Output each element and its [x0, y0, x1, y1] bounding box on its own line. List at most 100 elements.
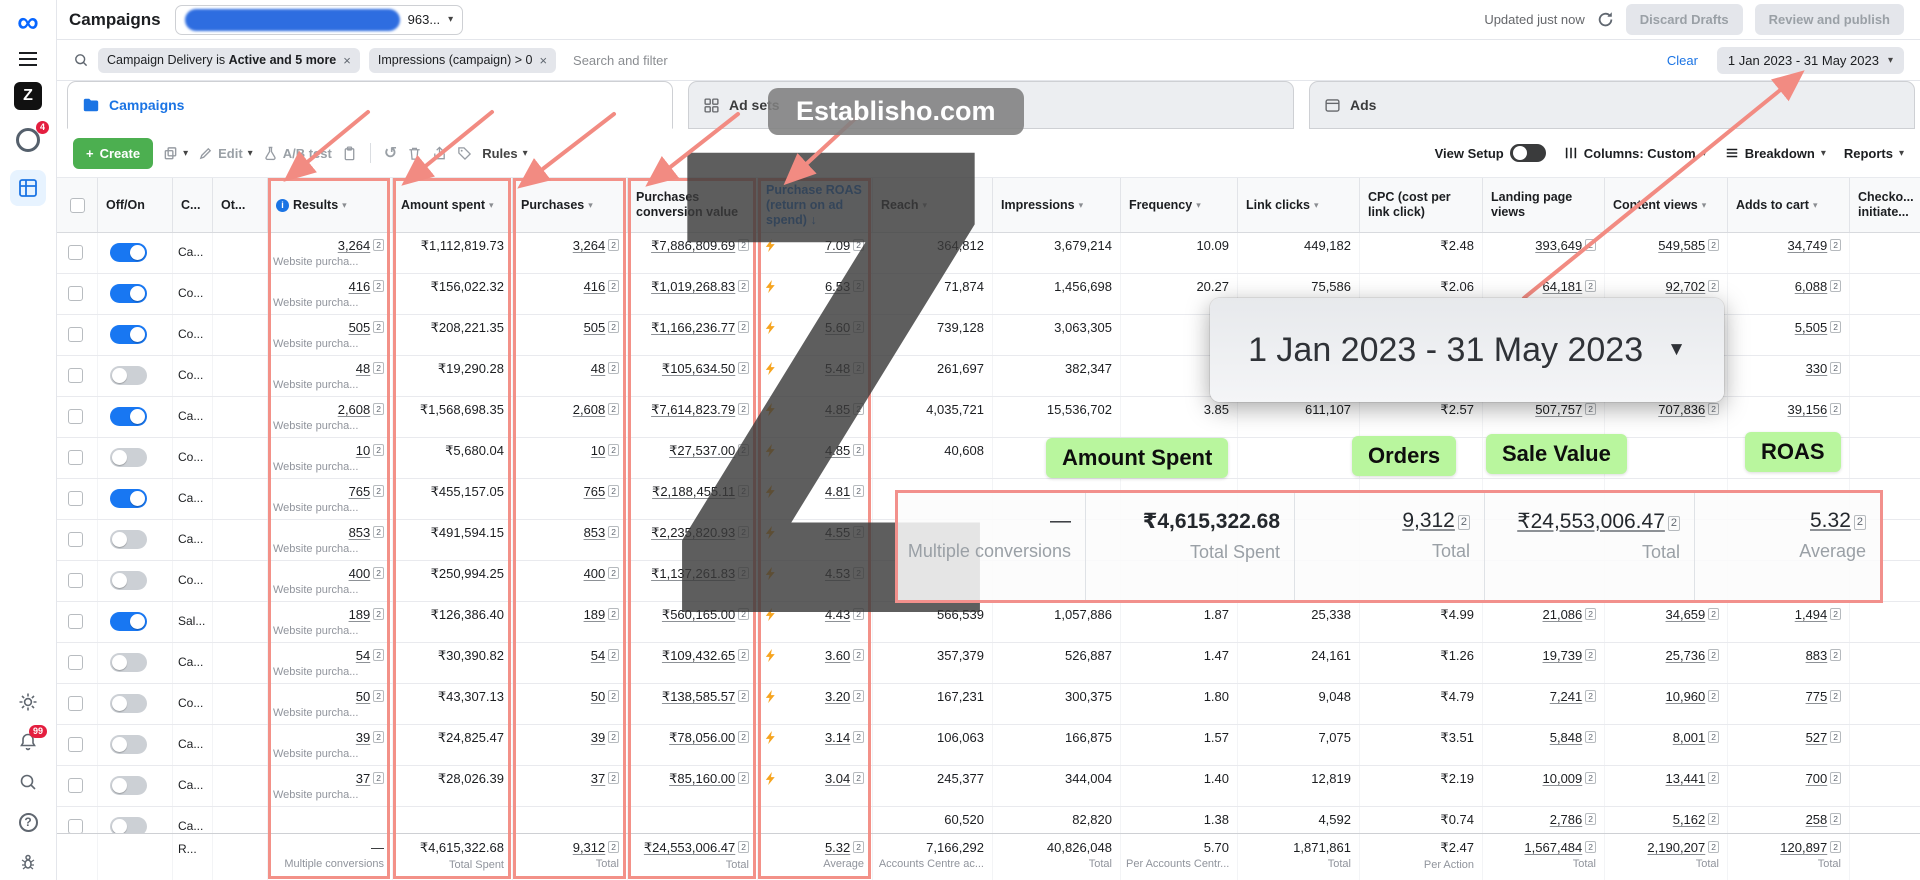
- row-checkbox[interactable]: [57, 233, 97, 273]
- campaign-toggle[interactable]: [110, 243, 147, 262]
- campaign-toggle[interactable]: [110, 530, 147, 549]
- filter-chip-impressions[interactable]: Impressions (campaign) > 0 ×: [369, 48, 556, 73]
- z-app-icon[interactable]: Z: [14, 82, 42, 110]
- campaign-toggle[interactable]: [110, 448, 147, 467]
- col-reach[interactable]: Reach▾: [872, 178, 992, 232]
- campaign-toggle[interactable]: [110, 694, 147, 713]
- row-checkbox[interactable]: [57, 438, 97, 478]
- campaign-name[interactable]: Ca...: [172, 643, 212, 683]
- select-all-checkbox[interactable]: [57, 178, 97, 232]
- view-setup-toggle[interactable]: View Setup: [1435, 144, 1546, 162]
- campaign-toggle[interactable]: [110, 366, 147, 385]
- filter-chip-delivery[interactable]: Campaign Delivery is Active and 5 more ×: [98, 48, 360, 73]
- campaign-toggle[interactable]: [110, 735, 147, 754]
- breakdown-button[interactable]: Breakdown ▾: [1725, 146, 1826, 161]
- account-selector[interactable]: 963... ▾: [175, 5, 464, 35]
- campaign-name[interactable]: Co...: [172, 561, 212, 601]
- campaign-name[interactable]: Co...: [172, 684, 212, 724]
- row-checkbox[interactable]: [57, 684, 97, 724]
- col-link-clicks[interactable]: Link clicks▾: [1237, 178, 1359, 232]
- campaign-name[interactable]: Co...: [172, 356, 212, 396]
- notifications-button[interactable]: 99: [16, 730, 40, 754]
- tag-button[interactable]: [457, 146, 472, 161]
- col-purchases-conversion-value[interactable]: Purchases conversion value: [627, 178, 757, 232]
- col-impressions[interactable]: Impressions▾: [992, 178, 1120, 232]
- row-checkbox[interactable]: [57, 315, 97, 355]
- close-icon[interactable]: ×: [343, 53, 351, 68]
- campaign-name[interactable]: Ca...: [172, 807, 212, 833]
- refresh-icon[interactable]: [1597, 11, 1614, 28]
- row-checkbox[interactable]: [57, 643, 97, 683]
- discard-drafts-button[interactable]: Discard Drafts: [1626, 4, 1743, 35]
- meta-logo-icon[interactable]: ∞: [17, 10, 38, 36]
- delete-button[interactable]: [407, 146, 422, 161]
- menu-icon[interactable]: [19, 52, 37, 66]
- pin-button[interactable]: [342, 146, 357, 161]
- tab-ad-sets[interactable]: Ad sets: [688, 81, 1294, 129]
- profile-app-icon[interactable]: 4: [14, 126, 42, 154]
- row-checkbox[interactable]: [57, 561, 97, 601]
- row-checkbox[interactable]: [57, 479, 97, 519]
- campaign-name[interactable]: Ca...: [172, 725, 212, 765]
- settings-button[interactable]: [16, 690, 40, 714]
- date-range-selector[interactable]: 1 Jan 2023 - 31 May 2023 ▾: [1717, 47, 1904, 74]
- campaign-name[interactable]: Co...: [172, 438, 212, 478]
- review-publish-button[interactable]: Review and publish: [1755, 4, 1904, 35]
- row-checkbox[interactable]: [57, 356, 97, 396]
- row-checkbox[interactable]: [57, 725, 97, 765]
- campaign-name[interactable]: Ca...: [172, 397, 212, 437]
- ads-manager-nav-icon[interactable]: [10, 170, 46, 206]
- campaign-name[interactable]: Ca...: [172, 766, 212, 806]
- create-button[interactable]: + Create: [73, 138, 153, 169]
- campaign-name[interactable]: Ca...: [172, 520, 212, 560]
- tab-campaigns[interactable]: Campaigns: [67, 81, 673, 129]
- campaign-toggle[interactable]: [110, 776, 147, 795]
- campaign-toggle[interactable]: [110, 325, 147, 344]
- ab-test-button[interactable]: A/B test: [263, 146, 332, 161]
- pixel-helper-button[interactable]: [16, 850, 40, 874]
- help-button[interactable]: ?: [16, 810, 40, 834]
- export-button[interactable]: [432, 146, 447, 161]
- campaign-toggle[interactable]: [110, 571, 147, 590]
- duplicate-button[interactable]: ▾: [163, 146, 188, 161]
- col-results[interactable]: iResults▾: [267, 178, 392, 232]
- rules-button[interactable]: Rules ▾: [482, 146, 527, 161]
- campaign-toggle[interactable]: [110, 284, 147, 303]
- search-button[interactable]: [16, 770, 40, 794]
- close-icon[interactable]: ×: [539, 53, 547, 68]
- col-purchases[interactable]: Purchases▾: [512, 178, 627, 232]
- campaign-name[interactable]: Co...: [172, 315, 212, 355]
- col-landing-page-views[interactable]: Landing page views: [1482, 178, 1604, 232]
- row-checkbox[interactable]: [57, 274, 97, 314]
- col-adds-to-cart[interactable]: Adds to cart▾: [1727, 178, 1849, 232]
- undo-button[interactable]: ↺: [384, 143, 397, 163]
- col-frequency[interactable]: Frequency▾: [1120, 178, 1237, 232]
- campaign-toggle[interactable]: [110, 653, 147, 672]
- col-campaign[interactable]: C...: [172, 178, 212, 232]
- campaign-toggle[interactable]: [110, 407, 147, 426]
- campaign-toggle[interactable]: [110, 612, 147, 631]
- col-checkouts-initiated[interactable]: Checko...initiate...: [1849, 178, 1920, 232]
- clear-filters-link[interactable]: Clear: [1667, 53, 1698, 68]
- col-ot[interactable]: Ot...: [212, 178, 267, 232]
- campaign-name[interactable]: Ca...: [172, 233, 212, 273]
- reports-button[interactable]: Reports ▾: [1844, 146, 1904, 161]
- campaign-name[interactable]: Sal...: [172, 602, 212, 642]
- row-checkbox[interactable]: [57, 602, 97, 642]
- col-cpc[interactable]: CPC (cost per link click): [1359, 178, 1482, 232]
- row-checkbox[interactable]: [57, 397, 97, 437]
- campaign-toggle[interactable]: [110, 817, 147, 833]
- campaign-name[interactable]: Ca...: [172, 479, 212, 519]
- col-content-views[interactable]: Content views▾: [1604, 178, 1727, 232]
- edit-button[interactable]: Edit ▾: [198, 146, 253, 161]
- columns-button[interactable]: Columns: Custom ▾: [1564, 146, 1707, 161]
- col-amount-spent[interactable]: Amount spent▾: [392, 178, 512, 232]
- row-checkbox[interactable]: [57, 766, 97, 806]
- col-purchase-roas[interactable]: Purchase ROAS (return on ad spend) ↓: [757, 178, 872, 232]
- campaign-toggle[interactable]: [110, 489, 147, 508]
- col-off-on[interactable]: Off/On: [97, 178, 172, 232]
- row-checkbox[interactable]: [57, 807, 97, 833]
- tab-ads[interactable]: Ads: [1309, 81, 1915, 129]
- campaign-name[interactable]: Co...: [172, 274, 212, 314]
- search-filter-input[interactable]: Search and filter: [573, 53, 1658, 68]
